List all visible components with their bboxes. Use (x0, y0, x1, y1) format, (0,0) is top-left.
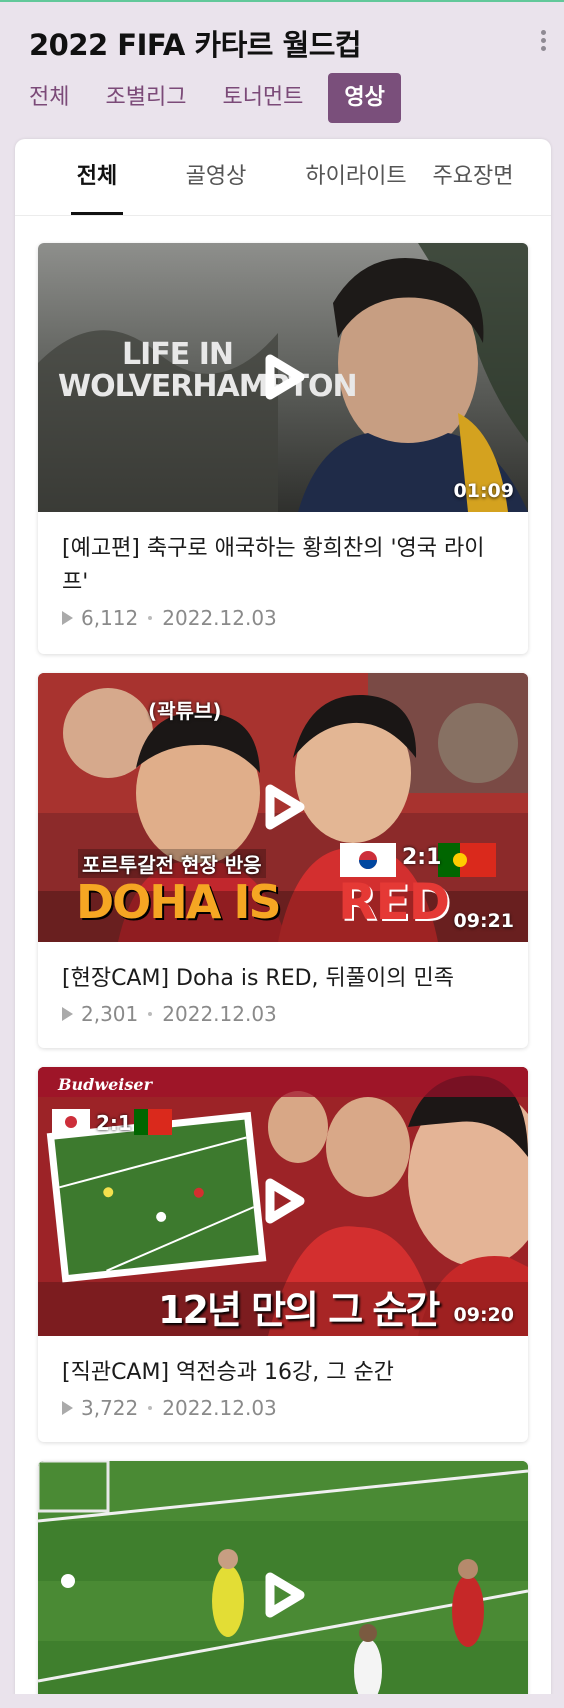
video-title[interactable]: [예고편] 축구로 애국하는 황희찬의 '영국 라이프' (62, 532, 504, 600)
video-duration: 09:21 (453, 910, 514, 932)
thumbnail-caption: RED (338, 873, 450, 931)
video-meta: 6,112 2022.12.03 (62, 606, 504, 630)
tab-group-stage[interactable]: 조별리그 (94, 73, 197, 123)
thumbnail-caption: 12년 만의 그 순간 (158, 1288, 440, 1332)
video-card[interactable] (38, 1461, 528, 1708)
video-thumbnail[interactable]: Budweiser 2:1 12년 만의 그 순간 09:20 (38, 1067, 528, 1336)
video-card[interactable]: Budweiser 2:1 12년 만의 그 순간 09:20 [직관CAM] … (38, 1067, 528, 1442)
meta-separator (148, 1406, 153, 1410)
video-thumbnail[interactable]: (곽튜브) 포르투갈전 현장 반응 DOHA IS RED 2:1 09:21 (38, 673, 528, 942)
view-count: 3,722 (81, 1396, 139, 1420)
video-meta: 2,301 2022.12.03 (62, 1002, 504, 1026)
tab-all[interactable]: 전체 (18, 73, 80, 123)
thumbnail-caption: (곽튜브) (148, 699, 222, 723)
play-count-icon (62, 1007, 73, 1021)
video-title[interactable]: [현장CAM] Doha is RED, 뒤풀이의 민족 (62, 962, 504, 996)
view-count: 6,112 (81, 606, 139, 630)
thumbnail-caption: DOHA IS (76, 875, 282, 929)
view-count: 2,301 (81, 1002, 139, 1026)
upload-date: 2022.12.03 (162, 1002, 277, 1026)
play-icon[interactable] (260, 783, 306, 831)
video-card[interactable]: LIFE IN WOLVERHAMPTON 01:09 [예고편] 축구로 애국… (38, 243, 528, 654)
tab-video[interactable]: 영상 (328, 73, 401, 123)
subtab-key-scenes[interactable]: 주요장면 (423, 139, 523, 215)
play-icon[interactable] (260, 1177, 306, 1225)
video-title[interactable]: [직관CAM] 역전승과 16강, 그 순간 (62, 1356, 504, 1390)
thumbnail-caption: 2:1 (96, 1111, 132, 1135)
subtab-all[interactable]: 전체 (71, 139, 123, 215)
meta-separator (148, 616, 153, 620)
video-panel: 전체 골영상 하이라이트 주요장면 LIFE IN WOLVERHAMPTON … (15, 139, 551, 1708)
play-icon[interactable] (260, 1571, 306, 1619)
thumbnail-caption: Budweiser (58, 1075, 152, 1094)
video-duration: 01:09 (453, 480, 514, 502)
subtab-highlights[interactable]: 하이라이트 (286, 139, 426, 215)
play-count-icon (62, 611, 73, 625)
thumbnail-caption: WOLVERHAMPTON (58, 369, 358, 404)
tab-tournament[interactable]: 토너먼트 (211, 73, 314, 123)
thumbnail-caption: LIFE IN (122, 337, 234, 372)
upload-date: 2022.12.03 (162, 606, 277, 630)
thumbnail-caption: 2:1 (402, 845, 442, 870)
play-count-icon (62, 1401, 73, 1415)
play-icon[interactable] (260, 353, 306, 401)
video-subtabs: 전체 골영상 하이라이트 주요장면 (15, 139, 551, 216)
subtab-goals[interactable]: 골영상 (180, 139, 252, 215)
video-thumbnail[interactable]: LIFE IN WOLVERHAMPTON 01:09 (38, 243, 528, 512)
top-accent-rule (0, 0, 564, 2)
video-meta: 3,722 2022.12.03 (62, 1396, 504, 1420)
meta-separator (148, 1012, 153, 1016)
bottom-bar (0, 1694, 564, 1708)
video-duration: 09:20 (453, 1304, 514, 1326)
category-tabs: 전체 조별리그 토너먼트 영상 (18, 73, 415, 123)
more-vertical-icon[interactable] (538, 30, 548, 54)
video-thumbnail[interactable] (38, 1461, 528, 1708)
video-card[interactable]: (곽튜브) 포르투갈전 현장 반응 DOHA IS RED 2:1 09:21 … (38, 673, 528, 1048)
upload-date: 2022.12.03 (162, 1396, 277, 1420)
thumbnail-caption: 포르투갈전 현장 반응 (78, 849, 266, 878)
page-title: 2022 FIFA 카타르 월드컵 (29, 28, 362, 62)
